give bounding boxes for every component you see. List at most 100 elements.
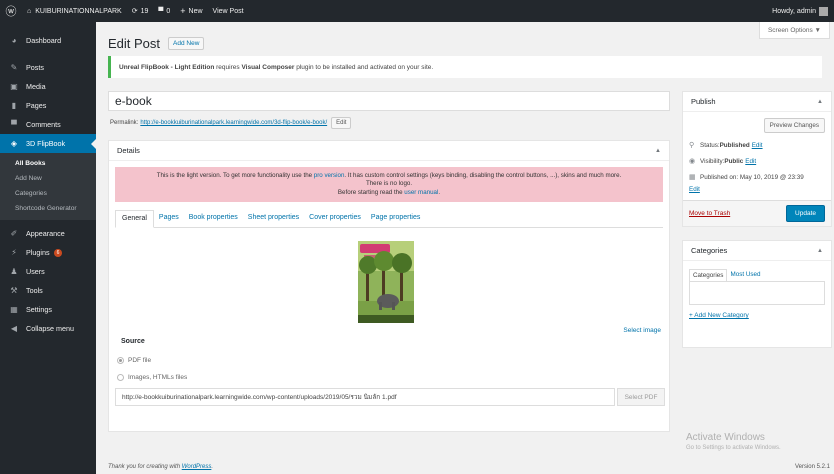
tab-book-properties[interactable]: Book properties — [184, 214, 243, 227]
pin-icon: ✎ — [10, 63, 18, 72]
radio-images[interactable] — [117, 374, 124, 381]
details-tabs: General Pages Book properties Sheet prop… — [115, 210, 663, 228]
submenu-add-new[interactable]: Add New — [0, 171, 96, 186]
publish-date-edit-row: Edit — [683, 183, 831, 195]
publish-header[interactable]: Publish ▲ — [683, 92, 831, 112]
move-to-trash-link[interactable]: Move to Trash — [689, 210, 730, 217]
flipbook-submenu: All Books Add New Categories Shortcode G… — [0, 153, 96, 220]
site-name-link[interactable]: ⌂ KUIBURINATIONNALPARK — [22, 0, 127, 22]
view-post-link[interactable]: View Post — [208, 0, 249, 22]
preview-changes-button[interactable]: Preview Changes — [763, 118, 825, 133]
submenu-categories[interactable]: Categories — [0, 186, 96, 201]
collapse-arrow-icon[interactable]: ▲ — [817, 99, 823, 105]
lite-version-notice: This is the light version. To get more f… — [115, 167, 663, 202]
categories-list[interactable] — [689, 281, 825, 305]
sidebar-item-label: Appearance — [26, 229, 65, 238]
date-edit-link[interactable]: Edit — [689, 186, 700, 193]
comment-icon: ▀ — [11, 120, 17, 129]
book-icon: ◈ — [10, 139, 18, 148]
sidebar-item-3d-flipbook[interactable]: ◈ 3D FlipBook — [0, 134, 96, 153]
details-header[interactable]: Details ▲ — [109, 141, 669, 161]
status-edit-link[interactable]: Edit — [752, 142, 763, 149]
categories-heading: Categories — [691, 246, 728, 255]
post-title-input[interactable] — [108, 91, 670, 111]
tab-sheet-properties[interactable]: Sheet properties — [243, 214, 304, 227]
sidebar-item-appearance[interactable]: ✐ Appearance — [0, 224, 96, 243]
visibility-label: Visibility: — [700, 157, 725, 165]
collapse-arrow-icon[interactable]: ▲ — [817, 248, 823, 254]
lite-text: This is the light version. To get more f… — [156, 171, 314, 179]
watermark-title: Activate Windows — [686, 432, 765, 443]
sidebar-item-label: Posts — [26, 63, 44, 72]
categories-header[interactable]: Categories ▲ — [683, 241, 831, 261]
lite-text: Before starting read the — [337, 188, 405, 196]
settings-icon: ▦ — [10, 305, 18, 314]
tab-pages[interactable]: Pages — [154, 214, 184, 227]
tab-most-used[interactable]: Most Used — [727, 269, 763, 281]
add-new-category-link[interactable]: + Add New Category — [689, 312, 825, 319]
source-option-label: PDF file — [128, 357, 152, 364]
sidebar-item-label: Comments — [26, 120, 61, 129]
tab-all-categories[interactable]: Categories — [689, 269, 728, 281]
new-label: New — [188, 7, 203, 15]
update-button[interactable]: Update — [786, 205, 825, 222]
activate-windows-watermark: Activate Windows Go to Settings to activ… — [686, 432, 781, 451]
source-option-images[interactable]: Images, HTMLs files — [117, 374, 187, 381]
calendar-icon: ▦ — [689, 174, 696, 181]
permalink-label: Permalink: — [110, 120, 139, 126]
tab-cover-properties[interactable]: Cover properties — [304, 214, 366, 227]
updates-link[interactable]: ⟳ 19 — [127, 0, 154, 22]
sidebar-item-settings[interactable]: ▦ Settings — [0, 300, 96, 319]
sidebar-item-posts[interactable]: ✎ Posts — [0, 58, 96, 77]
avatar — [819, 6, 828, 16]
select-pdf-button[interactable]: Select PDF — [617, 388, 665, 406]
tab-general[interactable]: General — [115, 210, 154, 228]
footer-text: . — [211, 464, 214, 470]
howdy-label: Howdy, admin — [772, 7, 816, 15]
publish-date-row: ▦ Published on: May 10, 2019 @ 23:39 — [683, 171, 831, 183]
page-title: Edit Post Add New — [108, 36, 205, 51]
submenu-shortcode-generator[interactable]: Shortcode Generator — [0, 201, 96, 216]
radio-pdf[interactable] — [117, 357, 124, 364]
submenu-all-books[interactable]: All Books — [0, 156, 96, 171]
account-menu[interactable]: Howdy, admin — [767, 0, 834, 22]
sidebar-item-media[interactable]: ▣ Media — [0, 77, 96, 96]
lite-text: . It has custom control settings (keys b… — [344, 171, 622, 179]
permalink-edit-button[interactable]: Edit — [331, 117, 352, 129]
footer-version: Version 5.2.1 — [794, 464, 830, 470]
new-content-link[interactable]: + New — [175, 0, 207, 22]
sidebar-item-label: Media — [26, 82, 46, 91]
user-manual-link[interactable]: user manual — [404, 189, 438, 196]
sidebar-item-comments[interactable]: ▀ Comments — [0, 115, 96, 134]
publish-status-row: ⚲ Status: Published Edit — [683, 139, 831, 151]
wordpress-link[interactable]: WordPress — [182, 464, 212, 470]
source-option-pdf[interactable]: PDF file — [117, 357, 151, 364]
sidebar-item-pages[interactable]: ▮ Pages — [0, 96, 96, 115]
comments-count: 0 — [166, 7, 171, 15]
permalink-link[interactable]: http://e-bookkuiburinationalpark.learnin… — [140, 120, 327, 126]
sidebar-item-label: Pages — [26, 101, 47, 110]
screen-options-button[interactable]: Screen Options ▼ — [758, 22, 830, 39]
main-content: Screen Options ▼ Edit Post Add New Unrea… — [96, 22, 834, 474]
add-new-button[interactable]: Add New — [168, 37, 205, 50]
sidebar-item-label: Settings — [26, 305, 52, 314]
sidebar-item-tools[interactable]: ⚒ Tools — [0, 281, 96, 300]
select-image-link[interactable]: Select image — [623, 327, 661, 334]
collapse-menu-button[interactable]: ◀ Collapse menu — [0, 319, 96, 338]
visibility-edit-link[interactable]: Edit — [745, 158, 756, 165]
sidebar-item-dashboard[interactable]: ◕ Dashboard — [0, 31, 96, 50]
footer-text: Thank you for creating with — [108, 464, 182, 470]
categories-metabox: Categories ▲ Categories Most Used + Add … — [682, 240, 832, 348]
plus-icon: + — [180, 6, 186, 16]
collapse-arrow-icon[interactable]: ▲ — [655, 148, 661, 154]
updates-icon: ⟳ — [131, 8, 138, 15]
comments-link[interactable]: ▀ 0 — [153, 0, 175, 22]
wordpress-logo-icon[interactable]: ⓦ — [0, 0, 22, 22]
pdf-url-input[interactable] — [115, 388, 615, 406]
tab-page-properties[interactable]: Page properties — [366, 214, 425, 227]
sidebar-item-label: Users — [26, 267, 45, 276]
sidebar-item-users[interactable]: ♟ Users — [0, 262, 96, 281]
sidebar-item-plugins[interactable]: ⚡ Plugins 6 — [0, 243, 96, 262]
pro-version-link[interactable]: pro version — [314, 172, 345, 179]
footer-thanks: Thank you for creating with WordPress. — [108, 464, 213, 470]
